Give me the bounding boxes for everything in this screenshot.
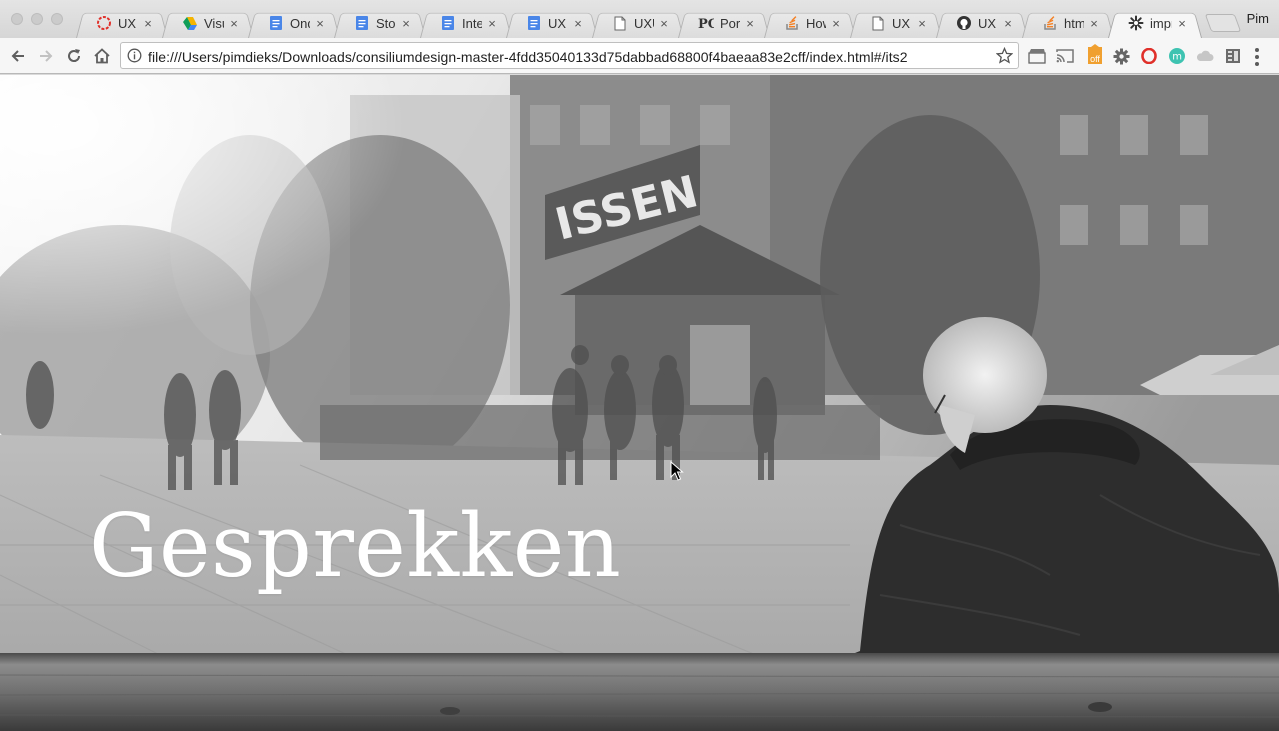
- tab-strip: UX - c × Visua × Onde × Story ×: [0, 0, 1279, 38]
- close-tab-icon[interactable]: ×: [1088, 16, 1100, 31]
- close-tab-icon[interactable]: ×: [916, 16, 928, 31]
- browser-toolbar: file:///Users/pimdieks/Downloads/consili…: [0, 38, 1279, 74]
- sidebar-panel-icon[interactable]: [1223, 46, 1243, 66]
- window-minimize-dot[interactable]: [31, 13, 43, 25]
- tab-title: html -: [1064, 15, 1084, 31]
- cast-icon[interactable]: [1055, 46, 1075, 66]
- tab-ux-c[interactable]: UX - c ×: [82, 8, 162, 38]
- blank-page-icon: [870, 15, 886, 31]
- slide-content: ISSEN: [0, 75, 1279, 731]
- google-docs-icon: [268, 15, 284, 31]
- close-tab-icon[interactable]: ×: [830, 16, 842, 31]
- stackoverflow-icon: [784, 15, 800, 31]
- extension-badge: off: [1088, 54, 1102, 64]
- gear-icon[interactable]: [1111, 46, 1131, 66]
- tab-how-t[interactable]: How t ×: [770, 8, 850, 38]
- cloud-icon[interactable]: [1195, 46, 1215, 66]
- tab-html[interactable]: html - ×: [1028, 8, 1108, 38]
- close-tab-icon[interactable]: ×: [658, 16, 670, 31]
- tab-title: Onde: [290, 15, 310, 31]
- close-tab-icon[interactable]: ×: [572, 16, 584, 31]
- close-tab-icon[interactable]: ×: [142, 16, 154, 31]
- window-close-dot[interactable]: [11, 13, 23, 25]
- tabs: UX - c × Visua × Onde × Story ×: [72, 6, 1212, 38]
- new-tab-button[interactable]: [1204, 14, 1242, 32]
- off-badge-extension-icon[interactable]: off: [1085, 44, 1105, 64]
- google-drive-icon: [182, 15, 198, 31]
- forward-button[interactable]: [35, 45, 57, 67]
- opera-icon[interactable]: [1139, 46, 1159, 66]
- tab-title: UX - (: [548, 15, 568, 31]
- google-docs-icon: [354, 15, 370, 31]
- address-bar[interactable]: file:///Users/pimdieks/Downloads/consili…: [120, 42, 1019, 69]
- mouse-cursor-icon: [670, 461, 684, 481]
- tab-visua[interactable]: Visua ×: [168, 8, 248, 38]
- tab-title: UX - c: [118, 15, 138, 31]
- street-scene-photo: ISSEN: [0, 75, 1279, 731]
- close-tab-icon[interactable]: ×: [1176, 16, 1188, 31]
- close-tab-icon[interactable]: ×: [400, 16, 412, 31]
- blank-page-icon: [612, 15, 628, 31]
- info-icon[interactable]: [127, 48, 142, 66]
- tab-title: How t: [806, 15, 826, 31]
- tab-onde[interactable]: Onde ×: [254, 8, 334, 38]
- impress-star-icon: [1128, 15, 1144, 31]
- reload-button[interactable]: [63, 45, 85, 67]
- slide-title: Gesprekken: [89, 495, 622, 597]
- opera-red-ring-icon: [96, 15, 112, 31]
- google-docs-icon: [526, 15, 542, 31]
- tab-ux-github[interactable]: UX ×: [942, 8, 1022, 38]
- stackoverflow-icon: [1042, 15, 1058, 31]
- bookmark-star-icon[interactable]: [995, 46, 1014, 67]
- close-tab-icon[interactable]: ×: [1002, 16, 1014, 31]
- tab-interv[interactable]: Interv ×: [426, 8, 506, 38]
- browser-menu-icon[interactable]: [1255, 48, 1261, 69]
- window-zoom-dot[interactable]: [51, 13, 63, 25]
- svg-text:m: m: [1172, 52, 1182, 63]
- back-arrow-icon: [11, 50, 24, 62]
- tab-title: Visua: [204, 15, 224, 31]
- svg-text:PG: PG: [698, 17, 714, 31]
- clapperboard-extension-icon[interactable]: [1027, 46, 1047, 66]
- tab-title: UX: [978, 15, 997, 31]
- tab-ux-page[interactable]: UX ×: [856, 8, 936, 38]
- close-tab-icon[interactable]: ×: [228, 16, 240, 31]
- tab-story[interactable]: Story ×: [340, 8, 420, 38]
- github-icon: [956, 15, 972, 31]
- profile-name[interactable]: Pim: [1247, 11, 1269, 26]
- m-circle-extension-icon[interactable]: m: [1167, 46, 1187, 66]
- close-tab-icon[interactable]: ×: [486, 16, 498, 31]
- reload-icon: [68, 49, 81, 62]
- tab-portfo[interactable]: PG Portfo ×: [684, 8, 764, 38]
- tab-title: Portfo: [720, 15, 740, 31]
- address-url[interactable]: file:///Users/pimdieks/Downloads/consili…: [148, 49, 908, 65]
- tab-title: impre: [1150, 15, 1172, 31]
- home-icon: [94, 48, 110, 64]
- google-docs-icon: [440, 15, 456, 31]
- close-tab-icon[interactable]: ×: [314, 16, 326, 31]
- back-button[interactable]: [7, 45, 29, 67]
- tab-ux-doc[interactable]: UX - ( ×: [512, 8, 592, 38]
- forward-arrow-icon: [40, 50, 53, 62]
- pg-logo-icon: PG: [698, 15, 714, 31]
- tab-title: UX: [892, 15, 911, 31]
- tab-uxu[interactable]: UXU ×: [598, 8, 678, 38]
- tab-title: UXU: [634, 15, 654, 31]
- close-tab-icon[interactable]: ×: [744, 16, 756, 31]
- tab-impress-active[interactable]: impre ×: [1114, 8, 1196, 38]
- tab-title: Story: [376, 15, 396, 31]
- home-button[interactable]: [91, 45, 113, 67]
- tab-title: Interv: [462, 15, 482, 31]
